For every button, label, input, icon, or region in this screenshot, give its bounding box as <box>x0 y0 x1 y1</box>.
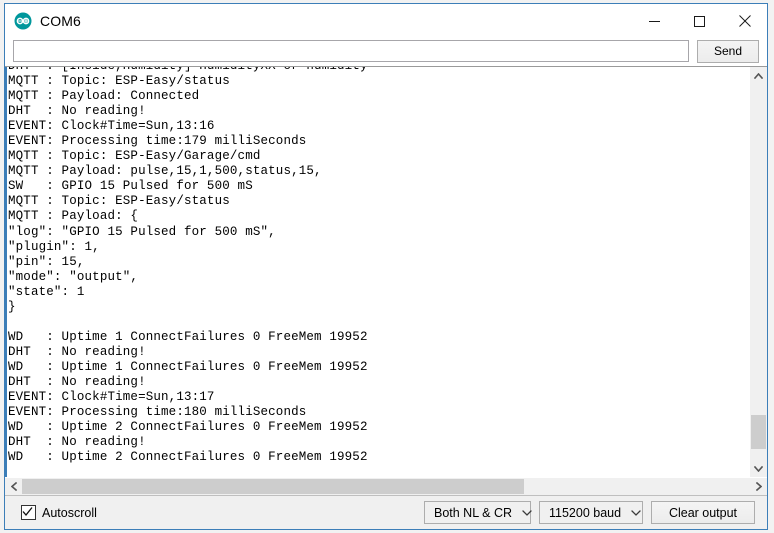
checkbox-box <box>21 505 36 520</box>
scroll-up-button[interactable] <box>750 67 767 84</box>
autoscroll-checkbox[interactable]: Autoscroll <box>21 505 97 520</box>
console-line: MQTT : Payload: pulse,15,1,500,status,15… <box>8 164 322 179</box>
console-line: EVENT: Clock#Time=Sun,13:16 <box>8 119 215 134</box>
window-title: COM6 <box>40 13 81 29</box>
console-line: "pin": 15, <box>8 254 85 269</box>
chevron-down-icon <box>522 509 532 516</box>
console-line: "log": "GPIO 15 Pulsed for 500 mS", <box>8 224 276 239</box>
command-input[interactable] <box>13 40 689 62</box>
console-line: DHT : No reading! <box>8 374 146 389</box>
vertical-scrollbar[interactable] <box>749 67 767 477</box>
chevron-down-icon <box>631 509 641 516</box>
scroll-down-button[interactable] <box>750 460 767 477</box>
chevron-left-icon <box>10 482 17 491</box>
console-line: MQTT : Topic: ESP-Easy/status <box>8 74 230 89</box>
scroll-right-button[interactable] <box>750 478 767 495</box>
console-line: DHT : No reading! <box>8 435 146 450</box>
console-line: SW : GPIO 15 Pulsed for 500 mS <box>8 179 253 194</box>
console-area: DHT : [Inside,Humidity] HumidityXX or hu… <box>5 66 767 495</box>
line-ending-value: Both NL & CR <box>434 505 513 520</box>
maximize-icon <box>694 15 705 27</box>
console-line: EVENT: Clock#Time=Sun,13:17 <box>8 390 215 405</box>
minimize-button[interactable] <box>632 4 677 38</box>
baud-rate-select[interactable]: 115200 baud <box>539 501 643 524</box>
horizontal-scroll-thumb[interactable] <box>22 479 525 494</box>
arduino-infinity-icon <box>14 12 32 30</box>
window-controls <box>632 4 767 38</box>
console-body: DHT : [Inside,Humidity] HumidityXX or hu… <box>5 67 767 477</box>
console-line: "mode": "output", <box>8 269 139 284</box>
chevron-down-icon <box>754 465 763 472</box>
console-line: DHT : No reading! <box>8 344 146 359</box>
console-line: MQTT : Topic: ESP-Easy/status <box>8 194 230 209</box>
close-icon <box>738 15 751 27</box>
console-line: "plugin": 1, <box>8 239 100 254</box>
maximize-button[interactable] <box>677 4 722 38</box>
bottom-toolbar: Autoscroll Both NL & CR 115200 baud Clea… <box>5 495 767 529</box>
checkmark-icon <box>22 507 33 517</box>
console-line: WD : Uptime 2 ConnectFailures 0 FreeMem … <box>8 420 368 435</box>
minimize-icon <box>649 20 660 22</box>
horizontal-scroll-track[interactable] <box>22 478 750 495</box>
scroll-left-button[interactable] <box>5 478 22 495</box>
console-line: WD : Uptime 1 ConnectFailures 0 FreeMem … <box>8 359 368 374</box>
console-line: "state": 1 <box>8 284 85 299</box>
console-line: DHT : [Inside,Humidity] HumidityXX or hu… <box>8 67 749 74</box>
chevron-right-icon <box>755 482 762 491</box>
serial-output-lines: DHT : [Inside,Humidity] HumidityXX or hu… <box>8 67 749 465</box>
serial-monitor-window: COM6 Send MQTT: Topic: ESP-Easy/status … <box>4 3 768 530</box>
title-bar-left: COM6 <box>5 12 81 30</box>
line-ending-select[interactable]: Both NL & CR <box>424 501 532 524</box>
console-line: WD : Uptime 2 ConnectFailures 0 FreeMem … <box>8 450 368 465</box>
title-bar: COM6 <box>5 4 767 38</box>
serial-output[interactable]: DHT : [Inside,Humidity] HumidityXX or hu… <box>5 67 749 477</box>
horizontal-scrollbar[interactable] <box>5 477 767 495</box>
send-row: Send <box>5 38 767 66</box>
console-line: } <box>8 299 16 314</box>
console-line: EVENT: Processing time:179 milliSeconds <box>8 134 307 149</box>
autoscroll-label: Autoscroll <box>42 505 97 520</box>
console-line: MQTT : Topic: ESP-Easy/Garage/cmd <box>8 149 261 164</box>
console-line: MQTT : Payload: Connected <box>8 89 200 104</box>
vertical-scroll-thumb[interactable] <box>751 414 766 449</box>
baud-rate-value: 115200 baud <box>549 505 622 520</box>
console-line: MQTT : Payload: { <box>8 209 139 224</box>
send-button[interactable]: Send <box>697 39 759 63</box>
vertical-scroll-track[interactable] <box>750 84 767 460</box>
clear-output-button[interactable]: Clear output <box>651 501 755 524</box>
console-line: EVENT: Processing time:180 milliSeconds <box>8 405 307 420</box>
console-line: WD : Uptime 1 ConnectFailures 0 FreeMem … <box>8 329 368 344</box>
chevron-up-icon <box>754 72 763 79</box>
console-line: DHT : No reading! <box>8 104 146 119</box>
close-button[interactable] <box>722 4 767 38</box>
